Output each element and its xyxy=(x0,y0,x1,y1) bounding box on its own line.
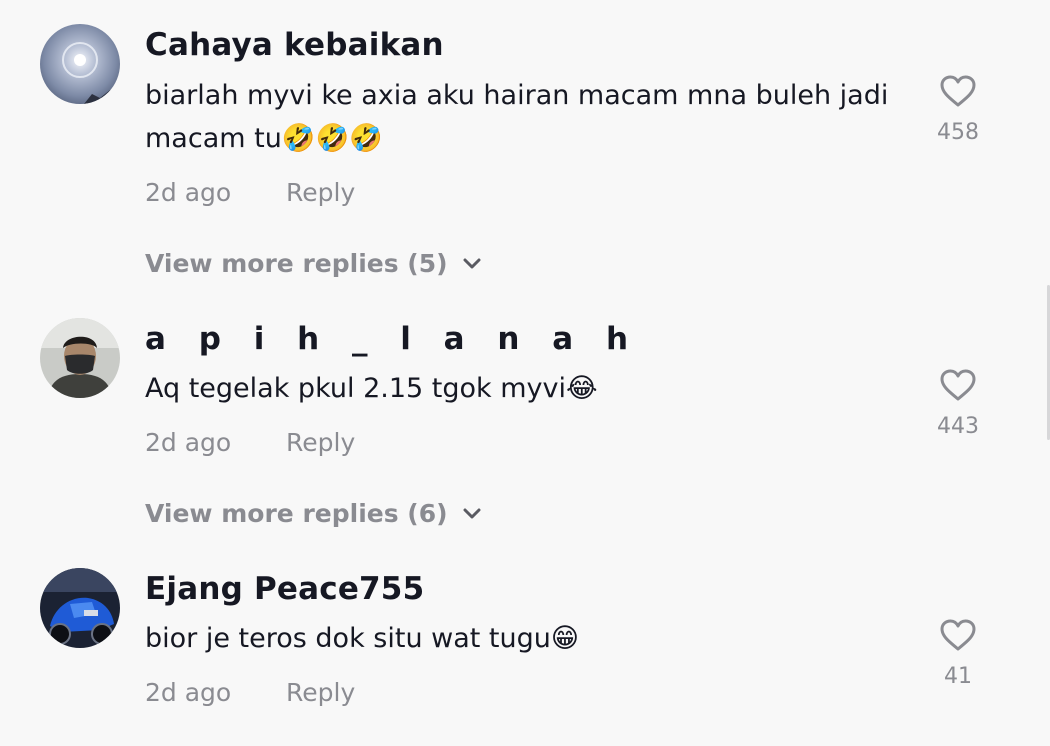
like-count: 458 xyxy=(937,120,979,145)
heart-icon xyxy=(940,75,976,107)
comment-username[interactable]: a p i h _ l a n a h xyxy=(145,321,639,357)
avatar[interactable] xyxy=(40,568,120,648)
comment-text: Aq tegelak pkul 2.15 tgok myvi😂 xyxy=(145,373,598,404)
heart-icon xyxy=(940,619,976,651)
comment-timestamp: 2d ago xyxy=(145,178,232,207)
view-more-replies-button[interactable]: View more replies (6) xyxy=(145,499,482,528)
reply-button[interactable]: Reply xyxy=(286,678,355,707)
comment-text: bior je teros dok situ wat tugu😁 xyxy=(145,623,580,654)
masked-man-avatar-icon xyxy=(40,318,120,398)
halo-sun-avatar-icon xyxy=(40,24,120,104)
reply-button[interactable]: Reply xyxy=(286,178,355,207)
like-button[interactable]: 443 xyxy=(920,368,996,439)
comment-timestamp: 2d ago xyxy=(145,678,232,707)
like-count: 41 xyxy=(944,664,972,689)
avatar[interactable] xyxy=(40,24,120,104)
like-button[interactable]: 41 xyxy=(920,618,996,689)
blue-motorbike-avatar-icon xyxy=(40,568,120,648)
comment-username[interactable]: Ejang Peace755 xyxy=(145,571,424,607)
reply-button[interactable]: Reply xyxy=(286,428,355,457)
view-more-label: View more replies (6) xyxy=(145,499,448,528)
comment-username[interactable]: Cahaya kebaikan xyxy=(145,27,444,63)
like-count: 443 xyxy=(937,414,979,439)
view-more-label: View more replies (5) xyxy=(145,249,448,278)
view-more-replies-button[interactable]: View more replies (5) xyxy=(145,249,482,278)
avatar[interactable] xyxy=(40,318,120,398)
heart-icon xyxy=(940,369,976,401)
chevron-down-icon xyxy=(463,508,481,518)
chevron-down-icon xyxy=(463,258,481,268)
like-button[interactable]: 458 xyxy=(920,74,996,145)
comment-timestamp: 2d ago xyxy=(145,428,232,457)
comment-text: biarlah myvi ke axia aku hairan macam mn… xyxy=(145,80,889,154)
